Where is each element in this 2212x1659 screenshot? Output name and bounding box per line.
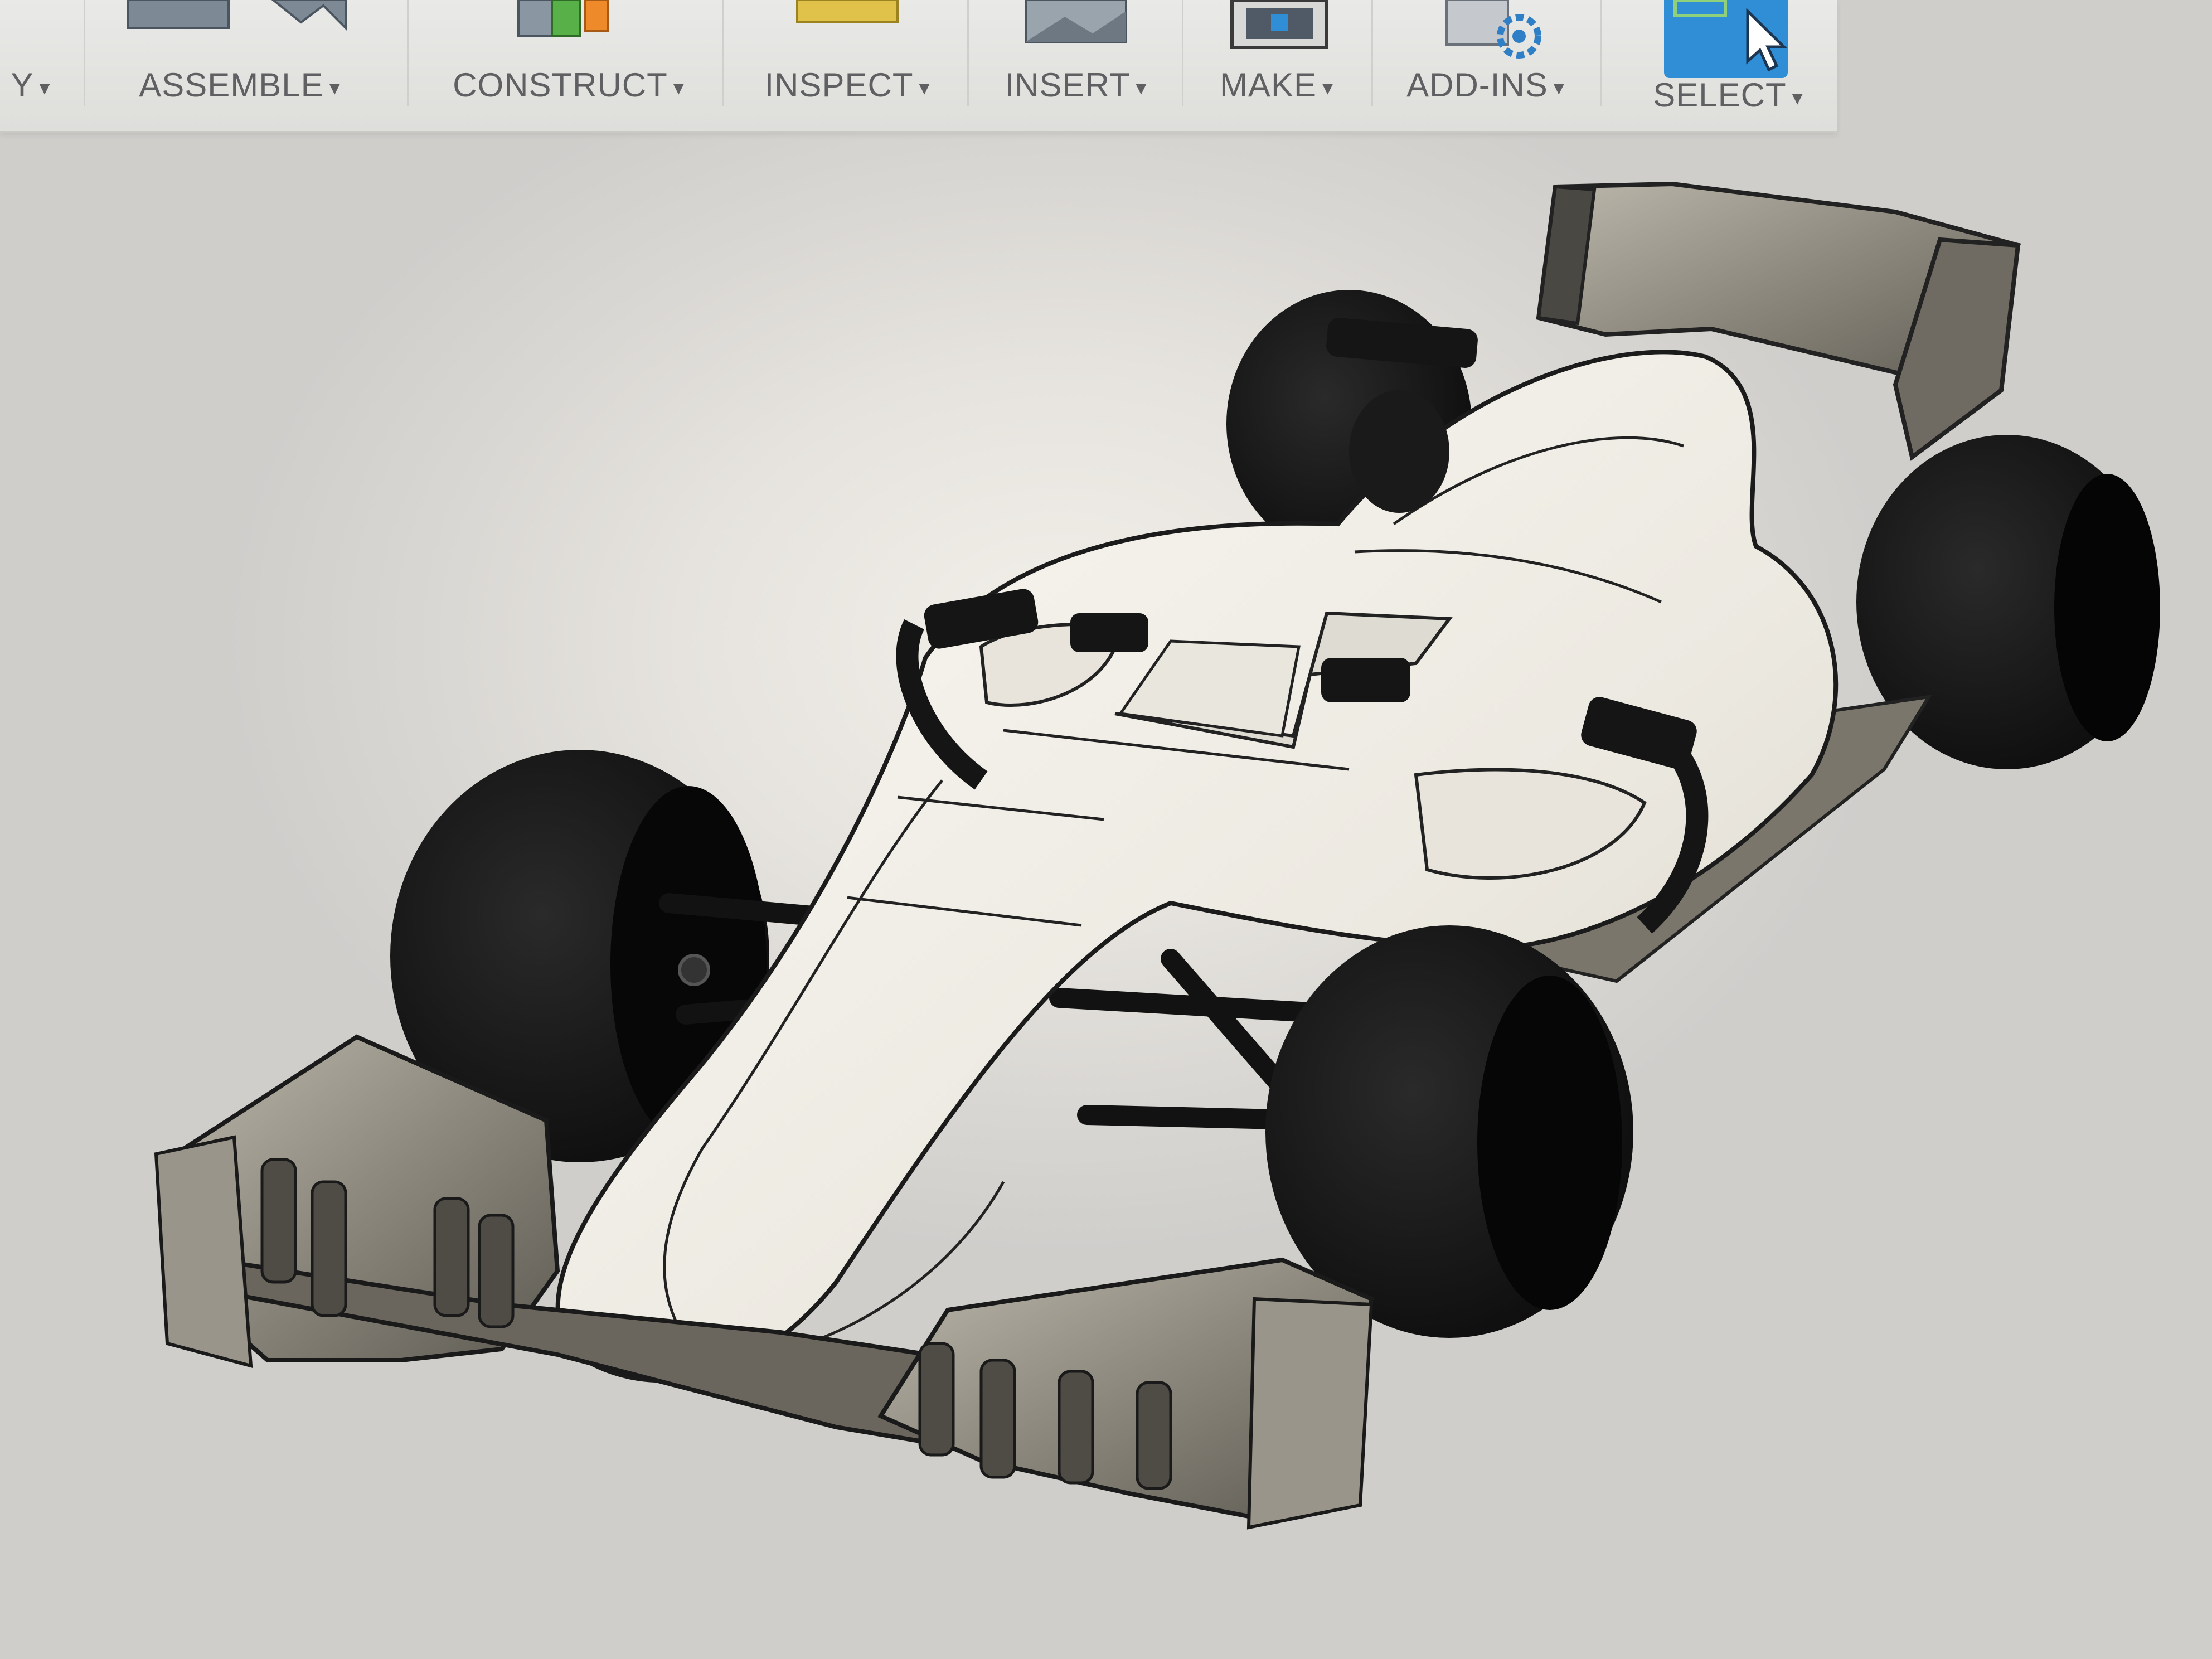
tool-label: INSPECT (764, 66, 914, 104)
chevron-down-icon: ▾ (1792, 86, 1803, 110)
toolbar-divider (722, 0, 724, 106)
toolbar-group-insert[interactable]: INSERT ▾ (981, 0, 1171, 131)
add-ins-gear-icon (1445, 0, 1541, 59)
toolbar-group-construct[interactable]: CONSTRUCT ▾ (424, 0, 714, 131)
toolbar-divider (1600, 0, 1602, 106)
chevron-down-icon: ▾ (1553, 76, 1565, 100)
toolbar-divider (84, 0, 85, 106)
chevron-down-icon: ▾ (673, 76, 685, 100)
canvas-viewport[interactable]: Y ▾ ASSEMBLE ▾ CONSTRUCT ▾ INSPECT ▾ INS… (0, 0, 2212, 1659)
tool-label: Y (11, 66, 34, 104)
toolbar-group-inspect[interactable]: INSPECT ▾ (736, 0, 959, 131)
toolbar-group-select[interactable]: SELECT ▾ (1633, 0, 1823, 131)
chevron-down-icon: ▾ (39, 76, 51, 100)
chevron-down-icon: ▾ (1136, 76, 1147, 100)
tool-label: INSERT (1005, 66, 1131, 104)
toolbar-divider (407, 0, 409, 106)
car-model[interactable] (0, 0, 2212, 1659)
tool-label: ASSEMBLE (139, 66, 324, 104)
assemble-icon (127, 0, 347, 31)
toolbar-divider (967, 0, 969, 106)
toolbar-group-add-ins[interactable]: ADD-INS ▾ (1388, 0, 1583, 131)
toolbar-divider (1182, 0, 1183, 106)
chevron-down-icon: ▾ (329, 76, 341, 100)
chevron-down-icon: ▾ (919, 76, 930, 100)
3d-print-icon (1230, 0, 1328, 49)
toolbar: Y ▾ ASSEMBLE ▾ CONSTRUCT ▾ INSPECT ▾ INS… (0, 0, 1837, 133)
construct-plane-icon (517, 0, 609, 37)
tool-label: CONSTRUCT (453, 66, 668, 104)
toolbar-group-assemble[interactable]: ASSEMBLE ▾ (111, 0, 368, 131)
toolbar-group-modify[interactable]: Y ▾ (0, 0, 61, 131)
toolbar-divider (1371, 0, 1373, 106)
insert-image-icon (1025, 0, 1127, 43)
tool-label: ADD-INS (1406, 66, 1548, 104)
toolbar-group-make[interactable]: MAKE ▾ (1193, 0, 1360, 131)
tool-label: MAKE (1219, 66, 1317, 104)
ruler-icon (796, 0, 899, 23)
chevron-down-icon: ▾ (1322, 76, 1334, 100)
tool-label: SELECT (1653, 76, 1787, 114)
